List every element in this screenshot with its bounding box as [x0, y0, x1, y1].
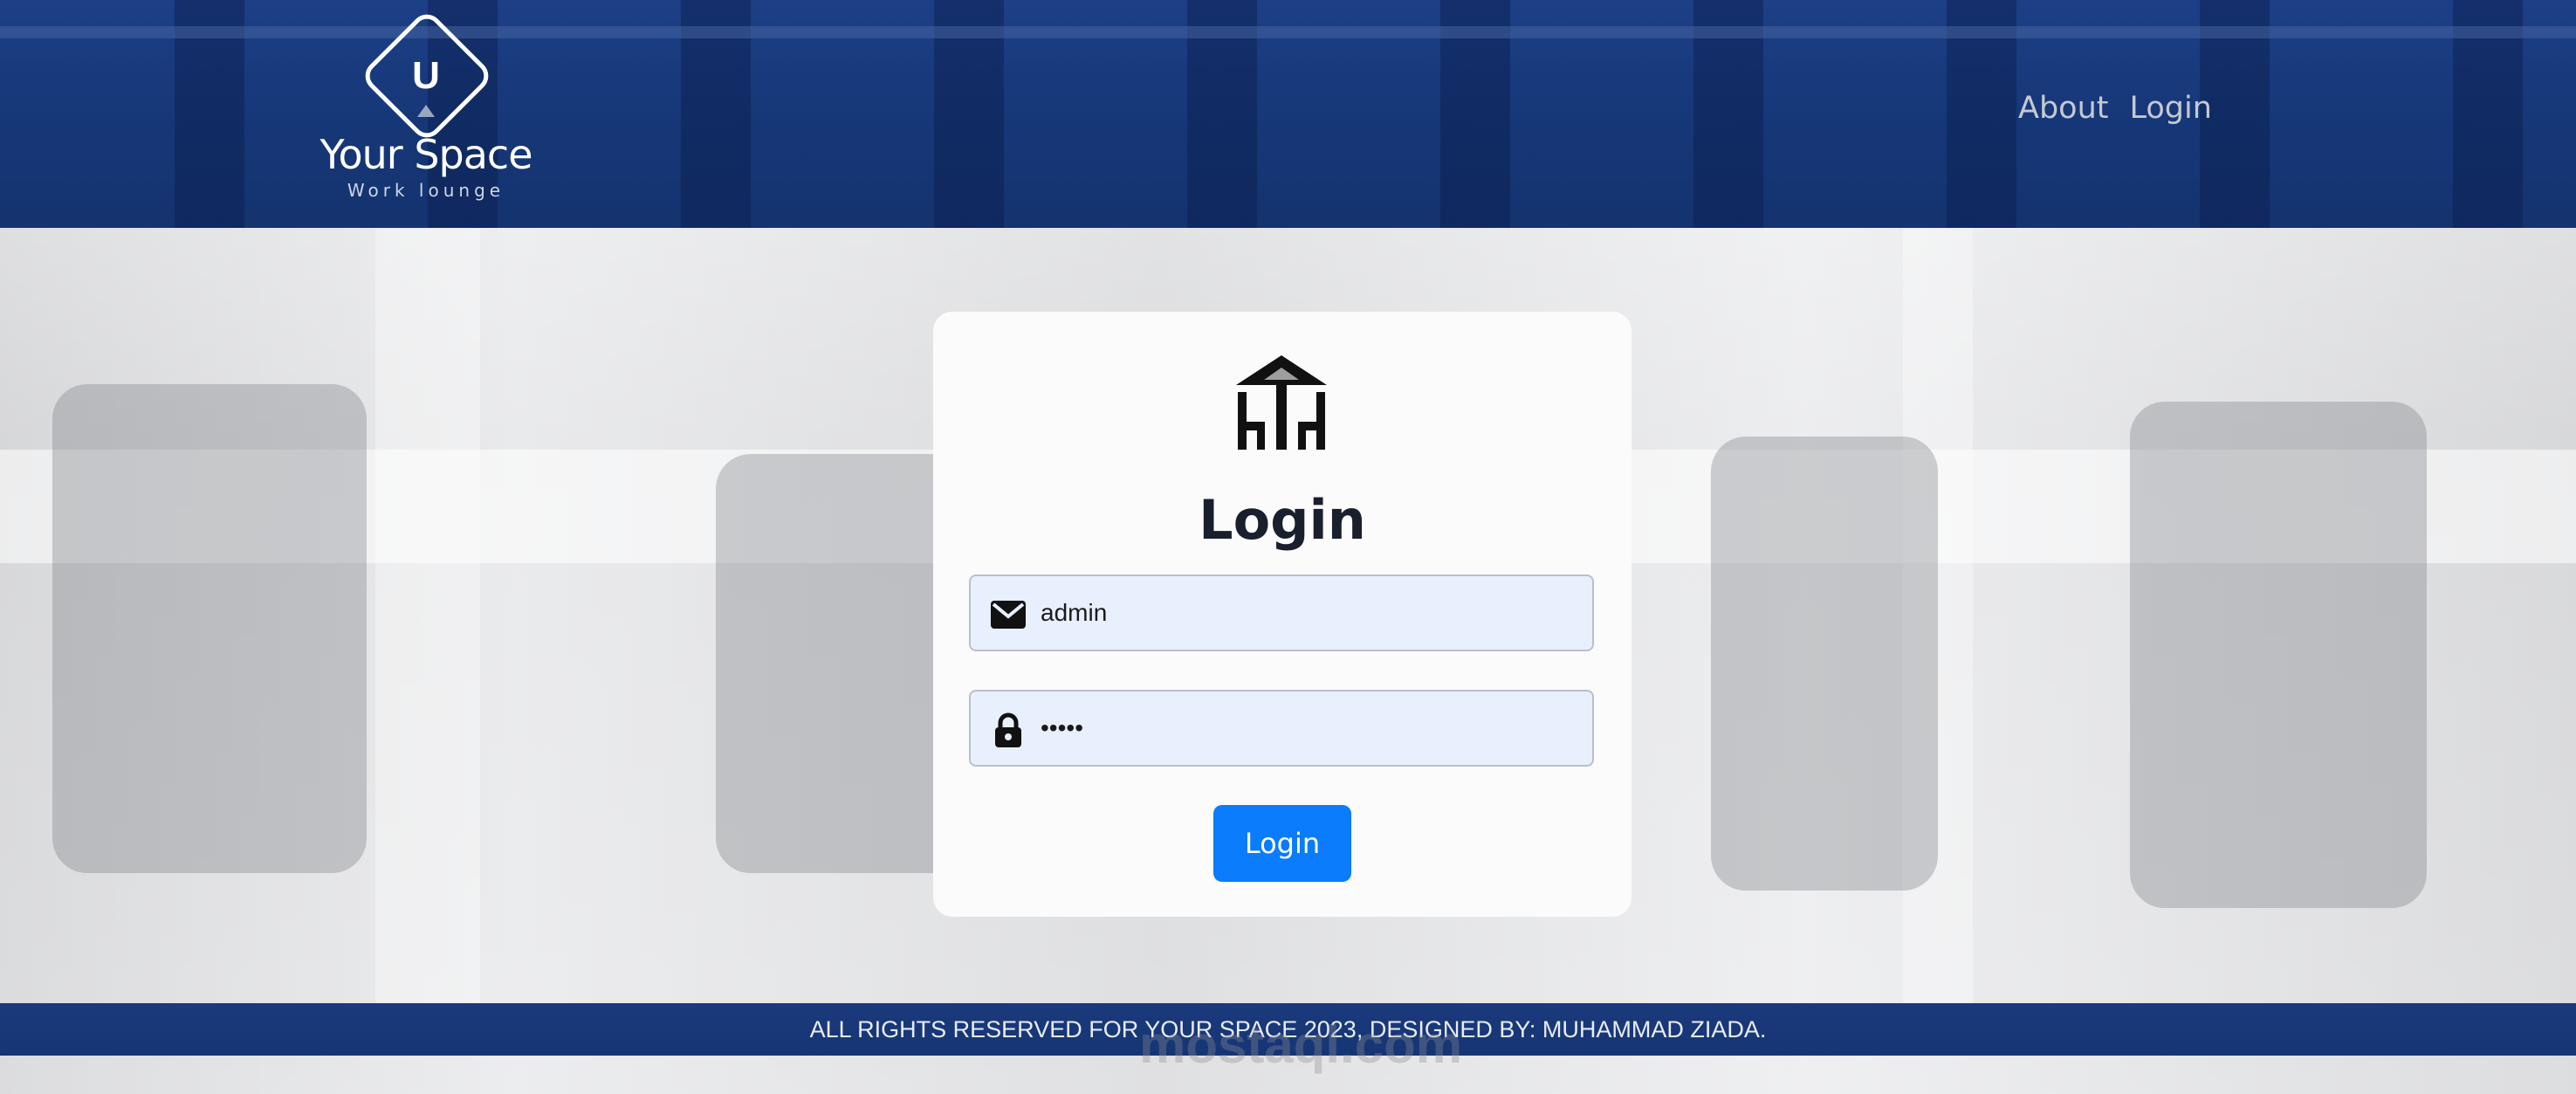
username-field[interactable]	[969, 575, 1594, 651]
password-field[interactable]	[969, 690, 1594, 767]
login-button[interactable]: Login	[1213, 805, 1351, 882]
watermark: mostaql.com	[1139, 1015, 1463, 1074]
brand-tagline: Work lounge	[347, 180, 505, 201]
envelope-icon	[991, 601, 1026, 629]
logo-triangle-icon	[417, 105, 435, 117]
login-title: Login	[1199, 488, 1366, 552]
brand-logo[interactable]: U Your Space Work lounge	[316, 8, 536, 205]
logo-letter: U	[412, 54, 440, 97]
username-input[interactable]	[1041, 576, 1582, 650]
nav-link-about[interactable]: About	[2018, 91, 2108, 134]
brand-name: Your Space	[319, 131, 533, 178]
nav-link-login[interactable]: Login	[2129, 91, 2211, 134]
coworking-space-icon	[1236, 355, 1327, 450]
login-card: Login Login	[933, 312, 1631, 917]
main-nav: About Login	[2018, 91, 2212, 134]
lock-icon	[995, 712, 1021, 747]
password-input[interactable]	[1041, 691, 1582, 765]
site-header: U Your Space Work lounge About Login	[0, 0, 2576, 228]
